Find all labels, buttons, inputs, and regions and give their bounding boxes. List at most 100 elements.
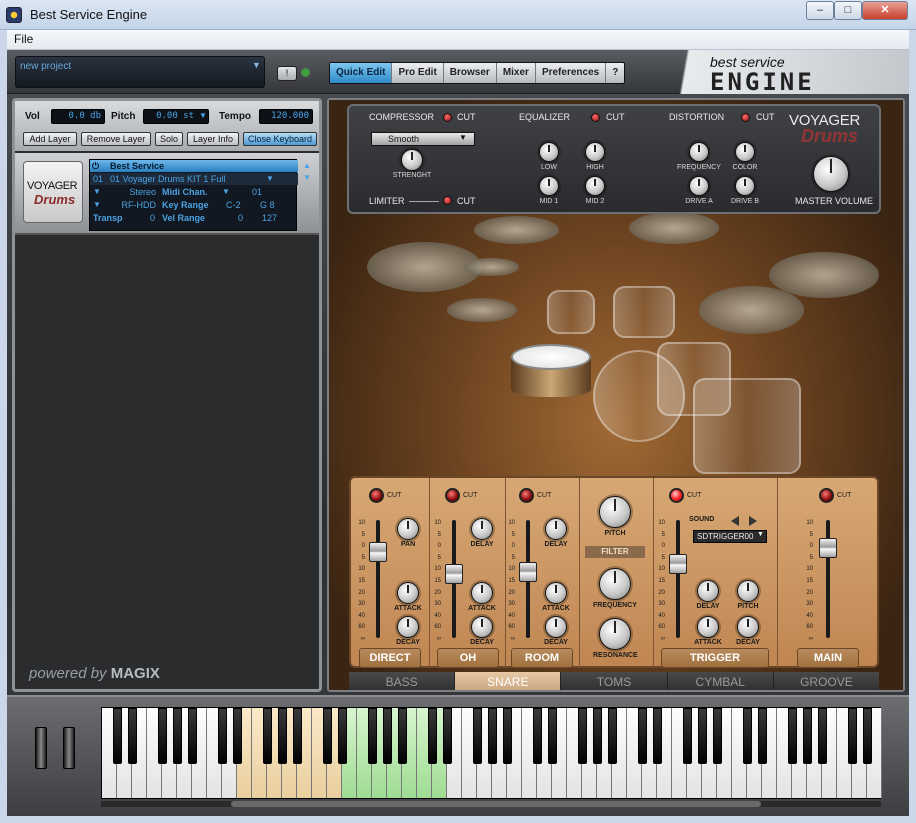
piano-black-key[interactable] xyxy=(742,708,752,764)
snare-drum[interactable] xyxy=(511,344,591,404)
scroll-down-icon[interactable]: ▼ xyxy=(303,173,311,182)
tab-cymbal[interactable]: CYMBAL xyxy=(667,672,774,690)
vel-range-low[interactable]: 0 xyxy=(238,212,243,224)
direct-attack-knob[interactable] xyxy=(397,582,419,604)
tab-preferences[interactable]: Preferences xyxy=(536,63,607,83)
channel-trigger[interactable]: TRIGGER xyxy=(661,648,769,668)
scroll-up-icon[interactable]: ▲ xyxy=(303,161,311,170)
trigger-cut-led[interactable] xyxy=(669,488,684,503)
piano-black-key[interactable] xyxy=(397,708,407,764)
dist-frequency-knob[interactable] xyxy=(689,142,709,162)
piano-black-key[interactable] xyxy=(607,708,617,764)
oh-attack-knob[interactable] xyxy=(471,582,493,604)
oh-decay-knob[interactable] xyxy=(471,616,493,638)
piano-black-key[interactable] xyxy=(187,708,197,764)
piano-black-key[interactable] xyxy=(427,708,437,764)
strength-knob[interactable] xyxy=(401,149,423,171)
piano-black-key[interactable] xyxy=(787,708,797,764)
midi-chan-value[interactable]: 01 xyxy=(252,186,262,198)
eq-mid1-knob[interactable] xyxy=(539,176,559,196)
mod-wheel[interactable] xyxy=(63,727,75,769)
piano-black-key[interactable] xyxy=(487,708,497,764)
project-selector[interactable]: new project ▼ xyxy=(15,56,265,88)
master-volume-knob[interactable] xyxy=(813,156,849,192)
output-value[interactable]: Stereo xyxy=(110,186,156,198)
oh-fader[interactable] xyxy=(445,564,463,584)
trigger-fader[interactable] xyxy=(669,554,687,574)
piano-black-key[interactable] xyxy=(367,708,377,764)
piano-black-key[interactable] xyxy=(502,708,512,764)
sound-next-icon[interactable] xyxy=(749,516,757,526)
channel-room[interactable]: ROOM xyxy=(511,648,573,668)
piano-black-key[interactable] xyxy=(652,708,662,764)
tab-pro-edit[interactable]: Pro Edit xyxy=(392,63,444,83)
remove-layer-button[interactable]: Remove Layer xyxy=(81,132,151,146)
limiter-cut-led[interactable] xyxy=(443,196,452,205)
dist-drive-a-knob[interactable] xyxy=(689,176,709,196)
eq-mid2-knob[interactable] xyxy=(585,176,605,196)
trigger-delay-knob[interactable] xyxy=(697,580,719,602)
ride-cymbal[interactable] xyxy=(699,286,804,334)
transp-value[interactable]: 0 xyxy=(150,212,155,224)
vel-range-high[interactable]: 127 xyxy=(262,212,277,224)
piano-black-key[interactable] xyxy=(817,708,827,764)
piano-black-key[interactable] xyxy=(217,708,227,764)
tom-1[interactable] xyxy=(547,290,595,334)
mode-dropdown-icon[interactable]: ▼ xyxy=(93,199,101,211)
dist-drive-b-knob[interactable] xyxy=(735,176,755,196)
piano-black-key[interactable] xyxy=(442,708,452,764)
eq-high-knob[interactable] xyxy=(585,142,605,162)
eq-low-knob[interactable] xyxy=(539,142,559,162)
direct-fader[interactable] xyxy=(369,542,387,562)
piano-black-key[interactable] xyxy=(547,708,557,764)
piano-black-key[interactable] xyxy=(172,708,182,764)
mode-value[interactable]: RF-HDD xyxy=(110,199,157,211)
trigger-decay-knob[interactable] xyxy=(737,616,759,638)
piano-black-key[interactable] xyxy=(802,708,812,764)
sound-select[interactable]: SDTRIGGER00 xyxy=(693,530,767,543)
channel-direct[interactable]: DIRECT xyxy=(359,648,421,668)
room-attack-knob[interactable] xyxy=(545,582,567,604)
keyboard-scrollbar[interactable] xyxy=(101,801,881,807)
key-range-high[interactable]: G 8 xyxy=(260,199,275,211)
close-keyboard-button[interactable]: Close Keyboard xyxy=(243,132,317,146)
room-cut-led[interactable] xyxy=(519,488,534,503)
room-delay-knob[interactable] xyxy=(545,518,567,540)
piano-black-key[interactable] xyxy=(382,708,392,764)
direct-cut-led[interactable] xyxy=(369,488,384,503)
tempo-value[interactable]: 120.000 xyxy=(259,109,313,124)
piano-black-key[interactable] xyxy=(127,708,137,764)
piano-black-key[interactable] xyxy=(592,708,602,764)
minimize-button[interactable]: – xyxy=(806,1,834,20)
solo-button[interactable]: Solo xyxy=(155,132,183,146)
dist-color-knob[interactable] xyxy=(735,142,755,162)
distortion-cut-led[interactable] xyxy=(741,113,750,122)
maximize-button[interactable]: □ xyxy=(834,1,862,20)
main-cut-led[interactable] xyxy=(819,488,834,503)
main-fader[interactable] xyxy=(819,538,837,558)
oh-delay-knob[interactable] xyxy=(471,518,493,540)
piano-black-key[interactable] xyxy=(292,708,302,764)
piano-black-key[interactable] xyxy=(232,708,242,764)
layer-info-button[interactable]: Layer Info xyxy=(187,132,239,146)
floor-tom[interactable] xyxy=(693,378,801,474)
add-layer-button[interactable]: Add Layer xyxy=(23,132,77,146)
piano-black-key[interactable] xyxy=(337,708,347,764)
pitch-knob[interactable] xyxy=(599,496,631,528)
piano-black-key[interactable] xyxy=(322,708,332,764)
tab-bass[interactable]: BASS xyxy=(349,672,456,690)
piano-black-key[interactable] xyxy=(697,708,707,764)
piano-keyboard[interactable] xyxy=(101,707,882,799)
room-decay-knob[interactable] xyxy=(545,616,567,638)
trigger-attack-knob[interactable] xyxy=(697,616,719,638)
patch-row[interactable]: 01 01 Voyager Drums KIT 1 Full ▼ xyxy=(90,173,298,185)
power-icon[interactable]: ⏻ xyxy=(92,160,99,172)
piano-black-key[interactable] xyxy=(157,708,167,764)
hihat[interactable] xyxy=(464,258,519,276)
direct-pan-knob[interactable] xyxy=(397,518,419,540)
panic-button[interactable]: ! xyxy=(277,66,297,81)
compressor-cut-led[interactable] xyxy=(443,113,452,122)
close-button[interactable]: ✕ xyxy=(862,1,908,20)
output-dropdown-icon[interactable]: ▼ xyxy=(93,186,101,198)
keyboard-scroll-thumb[interactable] xyxy=(231,801,761,807)
